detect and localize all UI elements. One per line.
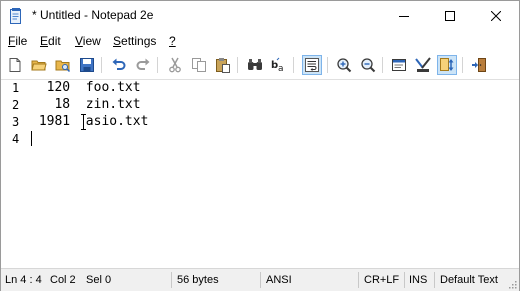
find-button[interactable] xyxy=(245,55,265,75)
menu-edit-label: dit xyxy=(48,34,61,48)
undo-icon xyxy=(112,58,126,70)
zoom-in-button[interactable] xyxy=(334,55,354,75)
minimize-button[interactable] xyxy=(381,1,427,31)
browse-folder-icon xyxy=(55,60,71,73)
always-on-top-button[interactable] xyxy=(437,55,457,75)
paste-button[interactable] xyxy=(213,55,233,75)
maximize-button[interactable] xyxy=(427,1,473,31)
menu-help[interactable]: ? xyxy=(169,34,176,48)
status-column: Col 2 xyxy=(50,274,76,286)
scheme-button[interactable] xyxy=(389,55,409,75)
close-icon xyxy=(491,11,501,21)
status-lexer[interactable]: Default Text xyxy=(440,274,498,286)
scissors-icon xyxy=(169,57,181,73)
word-wrap-icon xyxy=(305,58,319,72)
open-file-button[interactable] xyxy=(29,55,49,75)
menu-settings-label: ettings xyxy=(121,34,157,48)
menu-file[interactable]: File xyxy=(8,34,27,48)
zoom-out-button[interactable] xyxy=(358,55,378,75)
toolbar-separator xyxy=(237,57,238,73)
menu-bar: File Edit View Settings ? xyxy=(1,32,519,51)
menu-edit[interactable]: Edit xyxy=(40,34,61,48)
menu-settings[interactable]: Settings xyxy=(113,34,156,48)
menu-help-mnemonic: ? xyxy=(169,34,176,48)
undo-button[interactable] xyxy=(109,55,129,75)
copy-icon xyxy=(192,58,206,72)
svg-text:a: a xyxy=(278,64,284,73)
save-button[interactable] xyxy=(77,55,97,75)
toolbar-separator xyxy=(157,57,158,73)
exit-door-icon xyxy=(472,58,486,72)
window-title: * Untitled - Notepad 2e xyxy=(32,8,154,22)
status-selection: Sel 0 xyxy=(86,274,112,286)
status-separator xyxy=(260,272,261,288)
redo-button[interactable] xyxy=(133,55,153,75)
paste-clipboard-icon xyxy=(216,58,230,73)
word-wrap-button[interactable] xyxy=(302,55,322,75)
line-number: 3 xyxy=(12,115,20,129)
line-number: 2 xyxy=(12,98,20,112)
toolbar-separator xyxy=(382,57,383,73)
status-bar: Ln 4 : 4 Col 2 Sel 0 56 bytes ANSI CR+LF… xyxy=(1,268,519,291)
resize-grip-icon[interactable] xyxy=(507,279,517,289)
line-number: 4 xyxy=(12,132,20,146)
maximize-icon xyxy=(445,11,455,21)
menu-view-label: iew xyxy=(82,34,101,48)
menu-edit-mnemonic: E xyxy=(40,34,49,48)
line-number-gutter: 1 2 3 4 xyxy=(1,80,29,268)
text-line[interactable]: 1981 asio.txt xyxy=(31,114,149,129)
close-button[interactable] xyxy=(473,1,519,31)
scheme-window-icon xyxy=(392,59,406,71)
toolbar-separator xyxy=(462,57,463,73)
title-bar[interactable]: * Untitled - Notepad 2e xyxy=(1,1,519,31)
text-caret xyxy=(31,131,32,146)
replace-icon: b a xyxy=(271,57,284,73)
redo-icon xyxy=(136,58,150,70)
replace-button[interactable]: b a xyxy=(269,55,289,75)
zoom-out-icon xyxy=(361,58,376,73)
editor-area[interactable]: 1 2 3 4 120 foo.txt 18 zin.txt 1981 asio… xyxy=(1,79,519,268)
status-separator xyxy=(404,272,405,288)
save-disk-icon xyxy=(80,58,94,72)
toolbar-separator xyxy=(293,57,294,73)
ibeam-cursor-icon xyxy=(81,114,86,130)
notepad-window: * Untitled - Notepad 2e File Edit View S… xyxy=(0,0,520,291)
text-line[interactable]: 18 zin.txt xyxy=(31,97,140,112)
status-line-position: Ln 4 : 4 xyxy=(5,274,42,286)
new-file-icon xyxy=(9,58,21,72)
customize-scheme-icon xyxy=(415,57,431,72)
line-number: 1 xyxy=(12,81,20,95)
minimize-icon xyxy=(399,16,409,17)
browse-button[interactable] xyxy=(53,55,73,75)
status-insert-mode[interactable]: INS xyxy=(409,274,427,286)
toolbar-separator xyxy=(327,57,328,73)
status-file-size: 56 bytes xyxy=(177,274,219,286)
exit-button[interactable] xyxy=(469,55,489,75)
status-separator xyxy=(434,272,435,288)
text-line[interactable]: 120 foo.txt xyxy=(31,80,141,95)
binoculars-icon xyxy=(248,59,262,70)
menu-view-mnemonic: V xyxy=(75,34,83,48)
copy-button[interactable] xyxy=(189,55,209,75)
status-line-ending[interactable]: CR+LF xyxy=(364,274,399,286)
open-folder-icon xyxy=(31,60,47,71)
status-separator xyxy=(171,272,172,288)
always-on-top-icon xyxy=(440,58,454,71)
status-encoding[interactable]: ANSI xyxy=(266,274,292,286)
notepad-app-icon[interactable] xyxy=(10,8,22,24)
status-separator xyxy=(358,272,359,288)
customize-scheme-button[interactable] xyxy=(413,55,433,75)
new-file-button[interactable] xyxy=(5,55,25,75)
menu-file-label: ile xyxy=(15,34,28,48)
cut-button[interactable] xyxy=(165,55,185,75)
menu-settings-mnemonic: S xyxy=(113,34,122,48)
menu-view[interactable]: View xyxy=(75,34,101,48)
zoom-in-icon xyxy=(337,58,352,73)
toolbar: b a xyxy=(1,52,519,78)
toolbar-separator xyxy=(101,57,102,73)
